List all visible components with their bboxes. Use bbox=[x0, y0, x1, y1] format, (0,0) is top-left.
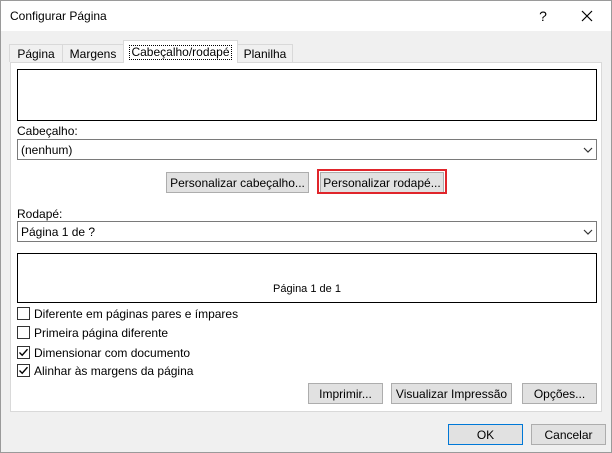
close-icon bbox=[581, 10, 593, 22]
footer-dropdown-arrow[interactable] bbox=[578, 222, 596, 241]
footer-dropdown-value: Página 1 de ? bbox=[21, 225, 96, 239]
chevron-down-icon bbox=[583, 147, 592, 153]
checkbox-different-odd-even[interactable] bbox=[17, 307, 30, 320]
checkmark-icon bbox=[19, 366, 29, 375]
tab-label: Margens bbox=[69, 46, 117, 61]
header-preview bbox=[17, 69, 597, 121]
header-dropdown[interactable]: (nenhum) bbox=[17, 139, 597, 160]
tab-label: Cabeçalho/rodapé bbox=[129, 44, 232, 60]
checkbox-align-margins[interactable] bbox=[17, 364, 30, 377]
checkbox-label: Dimensionar com documento bbox=[34, 346, 191, 360]
header-dropdown-arrow[interactable] bbox=[578, 140, 596, 159]
window-title: Configurar Página bbox=[10, 9, 107, 23]
tab-margens[interactable]: Margens bbox=[62, 44, 124, 62]
title-bar: Configurar Página ? bbox=[1, 1, 611, 31]
checkbox-different-first-page[interactable] bbox=[17, 326, 30, 339]
tab-planilha[interactable]: Planilha bbox=[237, 44, 293, 62]
checkbox-label: Alinhar às margens da página bbox=[34, 364, 194, 378]
tab-cabecalho-rodape[interactable]: Cabeçalho/rodapé bbox=[123, 40, 238, 63]
footer-preview-text: Página 1 de 1 bbox=[273, 283, 341, 295]
footer-preview: Página 1 de 1 bbox=[17, 253, 597, 303]
print-preview-button[interactable]: Visualizar Impressão bbox=[391, 383, 512, 404]
options-button[interactable]: Opções... bbox=[522, 383, 597, 404]
checkbox-label: Primeira página diferente bbox=[34, 326, 169, 340]
tab-label: Página bbox=[17, 46, 55, 61]
header-dropdown-value: (nenhum) bbox=[21, 143, 73, 157]
header-label: Cabeçalho: bbox=[17, 124, 78, 138]
footer-dropdown[interactable]: Página 1 de ? bbox=[17, 221, 597, 242]
close-button[interactable] bbox=[569, 4, 605, 28]
highlight-box bbox=[317, 169, 447, 194]
help-button[interactable]: ? bbox=[529, 4, 557, 28]
customize-header-button[interactable]: Personalizar cabeçalho... bbox=[166, 172, 309, 193]
page-setup-dialog: Configurar Página ? Página Margens Cabeç… bbox=[0, 0, 612, 453]
chevron-down-icon bbox=[583, 229, 592, 235]
checkbox-scale-with-document[interactable] bbox=[17, 346, 30, 359]
tab-label: Planilha bbox=[243, 46, 287, 61]
checkbox-label: Diferente em páginas pares e ímpares bbox=[34, 307, 239, 321]
ok-button[interactable]: OK bbox=[448, 424, 523, 445]
checkmark-icon bbox=[19, 348, 29, 357]
cancel-button[interactable]: Cancelar bbox=[531, 424, 606, 445]
tab-pagina[interactable]: Página bbox=[9, 44, 63, 62]
footer-label: Rodapé: bbox=[17, 207, 63, 221]
print-button[interactable]: Imprimir... bbox=[308, 383, 383, 404]
